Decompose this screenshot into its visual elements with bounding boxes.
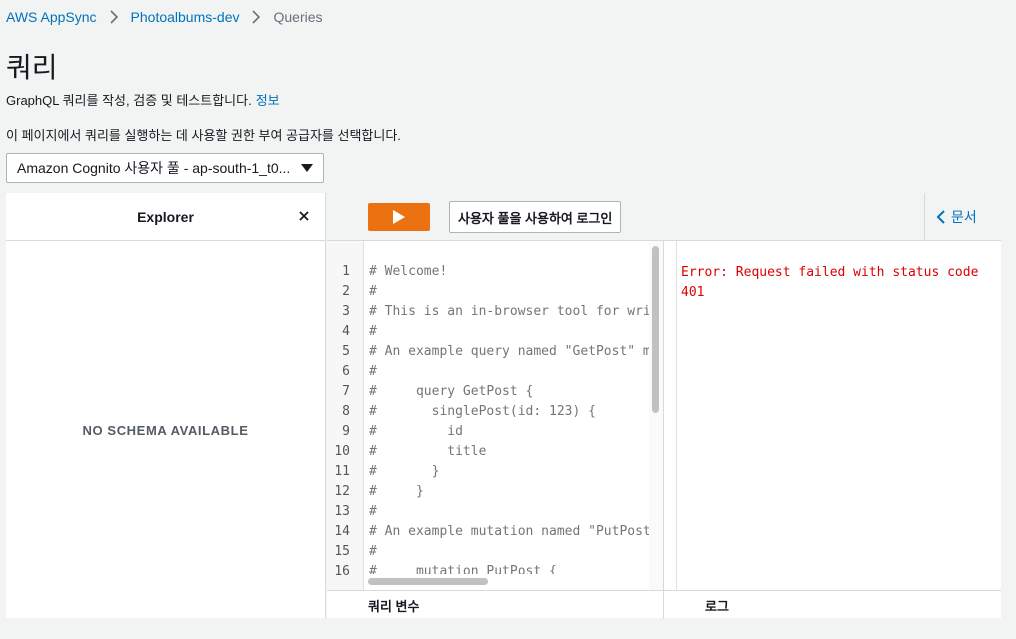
chevron-right-icon (252, 10, 261, 24)
play-icon (393, 210, 405, 224)
result-gutter (664, 241, 677, 590)
code-line: # (369, 364, 377, 379)
line-number: 1 (342, 264, 350, 279)
code-line: # (369, 504, 377, 519)
caret-down-icon (301, 164, 313, 172)
line-number: 2 (342, 284, 350, 299)
line-number: 9 (342, 424, 350, 439)
line-number: 14 (334, 524, 350, 539)
bottom-divider (663, 591, 664, 619)
toolbar-divider (924, 193, 925, 241)
explorer-title: Explorer (137, 208, 194, 225)
docs-label: 문서 (951, 209, 977, 225)
code-line: # (369, 544, 377, 559)
result-pane: Error: Request failed with status code 4… (663, 241, 1001, 590)
code-line: # (369, 284, 377, 299)
line-number: 11 (334, 464, 350, 479)
line-number: 3 (342, 304, 350, 319)
line-number: 16 (334, 564, 350, 579)
horizontal-scrollbar[interactable] (368, 578, 488, 585)
code-line: # query GetPost { (369, 384, 534, 399)
chevron-left-icon (936, 210, 945, 224)
code-line: # mutation PutPost { (369, 564, 557, 574)
no-schema-message: NO SCHEMA AVAILABLE (82, 423, 249, 438)
breadcrumb: AWS AppSync Photoalbums-dev Queries (6, 7, 323, 27)
line-number: 8 (342, 404, 350, 419)
code-line: # } (369, 484, 424, 499)
code-line: # } (369, 464, 440, 479)
auth-provider-description: 이 페이지에서 쿼리를 실행하는 데 사용할 권한 부여 공급자를 선택합니다. (6, 128, 401, 143)
query-editor[interactable]: 1 2 3 4 5 6 7 8 9 10 11 12 13 14 15 16 # Welcome! # # Thi… (327, 241, 663, 590)
code-line: # (369, 324, 377, 339)
breadcrumb-api-link[interactable]: Photoalbums-dev (131, 9, 240, 25)
code-line: # This is an in-browser tool for writing (369, 304, 649, 319)
code-line: # singlePost(id: 123) { (369, 404, 596, 419)
auth-provider-select[interactable]: Amazon Cognito 사용자 풀 - ap-south-1_t0... (6, 153, 324, 183)
query-variables-tab[interactable]: 쿼리 변수 (368, 596, 419, 615)
explorer-header: Explorer (6, 193, 325, 241)
line-number: 13 (334, 504, 350, 519)
line-number: 6 (342, 364, 350, 379)
page-description: GraphQL 쿼리를 작성, 검증 및 테스트합니다. 정보 (6, 90, 280, 109)
line-number: 15 (334, 544, 350, 559)
vertical-scrollbar[interactable] (652, 246, 659, 413)
line-number: 4 (342, 324, 350, 339)
docs-button[interactable]: 문서 (935, 207, 977, 227)
breadcrumb-appsync-link[interactable]: AWS AppSync (6, 9, 97, 25)
logs-tab[interactable]: 로그 (705, 596, 729, 615)
code-line: # An example query named "GetPost" might… (369, 344, 649, 359)
explorer-panel: Explorer NO SCHEMA AVAILABLE (6, 193, 326, 618)
line-number: 7 (342, 384, 350, 399)
page-description-text: GraphQL 쿼리를 작성, 검증 및 테스트합니다. (6, 93, 252, 108)
close-icon[interactable] (297, 209, 311, 223)
code-line: # An example mutation named "PutPost" mi… (369, 524, 649, 539)
code-line: # id (369, 424, 463, 439)
line-number: 10 (334, 444, 350, 459)
query-toolbar: 사용자 풀을 사용하여 로그인 문서 (327, 193, 1001, 241)
bottom-bar: 쿼리 변수 로그 (327, 590, 1001, 619)
line-number-gutter: 1 2 3 4 5 6 7 8 9 10 11 12 13 14 15 16 (327, 241, 364, 590)
error-message: Error: Request failed with status code 4… (681, 265, 979, 300)
chevron-right-icon (109, 10, 118, 24)
code-line: # Welcome! (369, 264, 448, 279)
line-number: 5 (342, 344, 350, 359)
line-number: 12 (334, 484, 350, 499)
run-query-button[interactable] (368, 203, 430, 231)
info-link[interactable]: 정보 (256, 93, 280, 108)
code-area[interactable]: # Welcome! # # This is an in-browser tool … (364, 241, 649, 574)
code-line: # title (369, 444, 487, 459)
auth-provider-select-value: Amazon Cognito 사용자 풀 - ap-south-1_t0... (17, 160, 291, 176)
login-with-user-pool-button[interactable]: 사용자 풀을 사용하여 로그인 (449, 201, 622, 233)
breadcrumb-current: Queries (273, 9, 323, 25)
page-title: 쿼리 (6, 52, 58, 83)
